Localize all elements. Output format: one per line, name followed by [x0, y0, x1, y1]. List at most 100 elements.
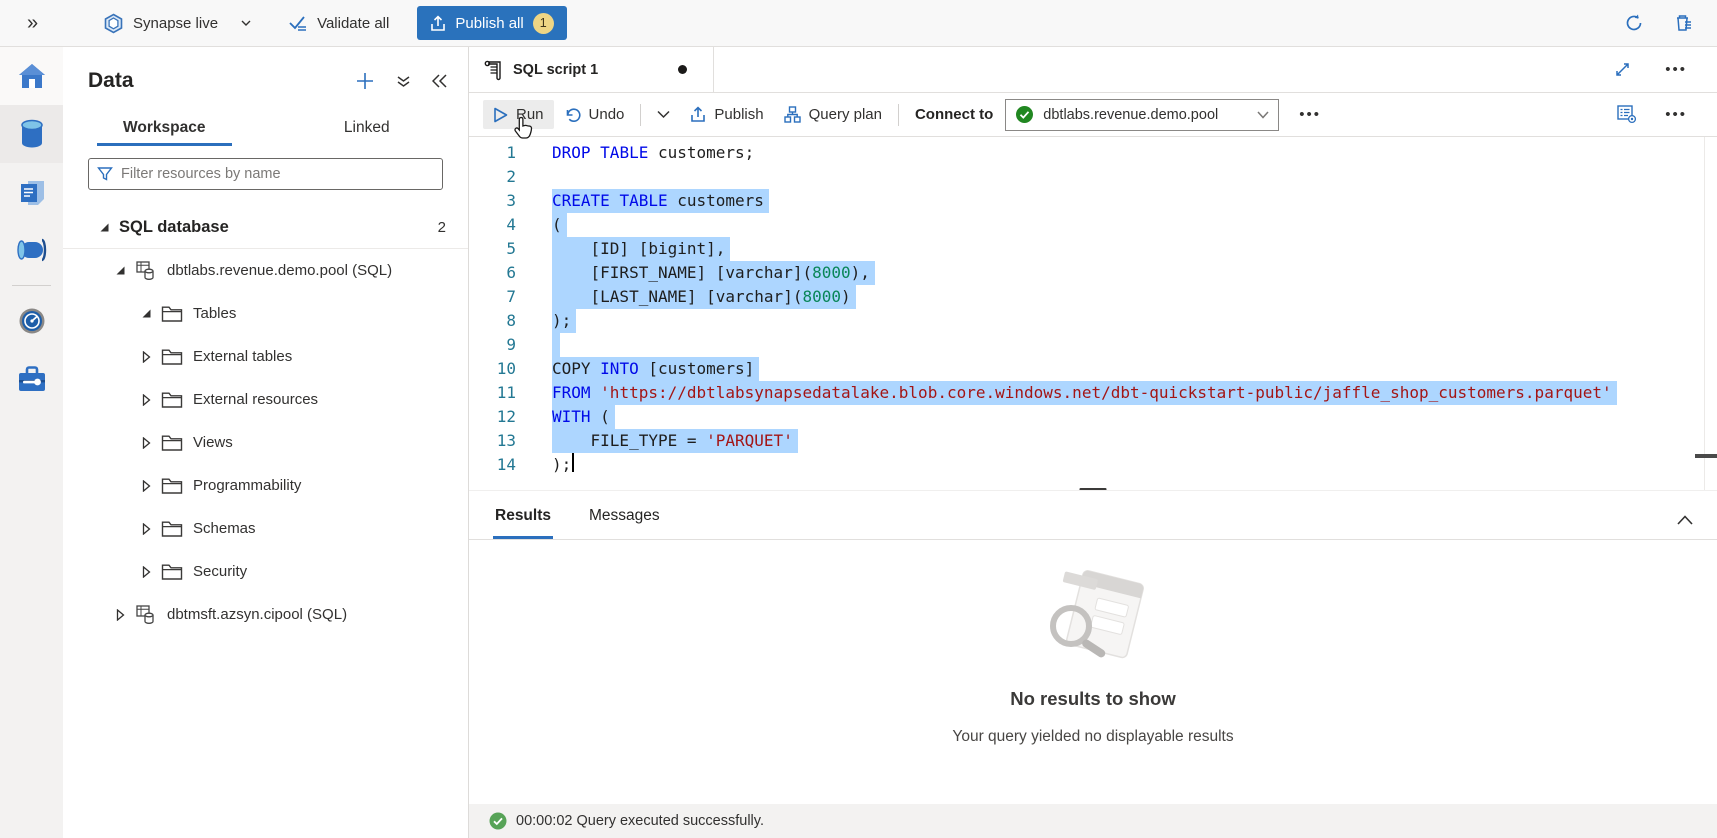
sidebar-item-data[interactable] — [0, 105, 63, 163]
synapse-live-icon — [103, 13, 124, 34]
expand-editor-icon[interactable] — [1612, 59, 1633, 80]
sidebar-item-manage[interactable] — [0, 350, 63, 408]
folder-icon — [161, 563, 183, 581]
run-button[interactable]: Run — [483, 100, 554, 129]
tree-item-external-resources[interactable]: External resources — [63, 378, 468, 421]
expand-all-icon[interactable] — [394, 72, 413, 91]
mode-switcher[interactable]: Synapse live — [103, 13, 251, 34]
code-line-11[interactable]: 11FROM 'https://dbtlabsynapsedatalake.bl… — [469, 381, 1717, 405]
run-options-chevron[interactable] — [647, 104, 680, 125]
tab-sql-script-1[interactable]: SQL script 1 — [469, 47, 714, 92]
line-number: 4 — [469, 213, 516, 237]
connection-dropdown[interactable]: dbtlabs.revenue.demo.pool — [1005, 99, 1279, 131]
publish-all-button[interactable]: Publish all 1 — [417, 6, 566, 40]
code-line-12[interactable]: 12WITH ( — [469, 405, 1717, 429]
collapse-results-chevron[interactable] — [1675, 513, 1695, 527]
data-icon — [18, 119, 46, 149]
text-cursor — [572, 453, 574, 472]
filter-resources-input[interactable] — [121, 166, 434, 182]
collapse-panel-icon[interactable] — [430, 72, 450, 90]
tree-item-sql-database[interactable]: SQL database 2 — [63, 206, 468, 249]
code-line-2[interactable]: 2 — [469, 165, 1717, 189]
connection-more-actions[interactable]: ••• — [1291, 102, 1329, 127]
tree-item-count: 2 — [438, 219, 446, 236]
sidebar-item-develop[interactable] — [0, 163, 63, 221]
collapse-menu-button[interactable]: » — [0, 12, 63, 35]
tab-workspace[interactable]: Workspace — [63, 109, 266, 146]
code-line-9[interactable]: 9 — [469, 333, 1717, 357]
tree-item-external-tables[interactable]: External tables — [63, 335, 468, 378]
tree-item-label: SQL database — [119, 218, 229, 237]
rail-divider — [12, 285, 51, 286]
scrollbar-thumb[interactable] — [1695, 454, 1717, 458]
caret-collapsed-icon[interactable] — [139, 394, 153, 406]
results-tab-bar: Results Messages — [469, 490, 1717, 540]
tree-item-tables[interactable]: Tables — [63, 292, 468, 335]
caret-collapsed-icon[interactable] — [139, 566, 153, 578]
code-line-3[interactable]: 3CREATE TABLE customers — [469, 189, 1717, 213]
code-line-text — [552, 333, 560, 357]
code-line-4[interactable]: 4( — [469, 213, 1717, 237]
left-nav-rail — [0, 47, 63, 838]
caret-collapsed-icon[interactable] — [113, 609, 127, 621]
tree-item-dbtmsft-azsyn-cipool-sql[interactable]: dbtmsft.azsyn.cipool (SQL) — [63, 593, 468, 636]
sql-code-editor[interactable]: 1DROP TABLE customers;23CREATE TABLE cus… — [469, 137, 1717, 490]
tree-item-label: External tables — [193, 348, 292, 365]
trash-button[interactable] — [1672, 11, 1695, 35]
pane-resize-handle[interactable] — [1080, 488, 1107, 490]
code-line-6[interactable]: 6 [FIRST_NAME] [varchar](8000), — [469, 261, 1717, 285]
tree-item-dbtlabs-revenue-demo-pool-sql[interactable]: dbtlabs.revenue.demo.pool (SQL) — [63, 249, 468, 292]
folder-icon — [161, 520, 183, 538]
tree-item-schemas[interactable]: Schemas — [63, 507, 468, 550]
editor-more-actions[interactable]: ••• — [1657, 102, 1695, 127]
code-line-14[interactable]: 14); — [469, 453, 1717, 477]
validate-all-button[interactable]: Validate all — [289, 15, 389, 32]
database-icon — [135, 604, 157, 626]
connection-status-icon — [1015, 105, 1034, 124]
code-line-text: [FIRST_NAME] [varchar](8000), — [552, 261, 875, 285]
tab-more-actions[interactable]: ••• — [1657, 57, 1695, 82]
code-line-10[interactable]: 10COPY INTO [customers] — [469, 357, 1717, 381]
tab-messages[interactable]: Messages — [577, 495, 672, 539]
success-check-icon — [489, 812, 507, 830]
caret-expanded-icon[interactable] — [97, 222, 111, 233]
tree-item-views[interactable]: Views — [63, 421, 468, 464]
sidebar-item-monitor[interactable] — [0, 292, 63, 350]
code-line-13[interactable]: 13 FILE_TYPE = 'PARQUET' — [469, 429, 1717, 453]
sidebar-item-integrate[interactable] — [0, 221, 63, 279]
code-line-8[interactable]: 8); — [469, 309, 1717, 333]
tree-item-programmability[interactable]: Programmability — [63, 464, 468, 507]
tree-item-security[interactable]: Security — [63, 550, 468, 593]
undo-button[interactable]: Undo — [554, 100, 635, 129]
line-number: 8 — [469, 309, 516, 333]
publish-button[interactable]: Publish — [680, 100, 773, 129]
caret-expanded-icon[interactable] — [113, 265, 127, 276]
code-line-7[interactable]: 7 [LAST_NAME] [varchar](8000) — [469, 285, 1717, 309]
folder-icon — [161, 477, 183, 495]
editor-scrollbar[interactable] — [1704, 137, 1717, 490]
tree-item-label: Programmability — [193, 477, 301, 494]
chevron-down-icon — [241, 18, 251, 28]
sidebar-item-home[interactable] — [0, 47, 63, 105]
tab-results[interactable]: Results — [483, 495, 563, 539]
database-tree: SQL database 2 dbtlabs.revenue.demo.pool (… — [63, 198, 468, 838]
caret-expanded-icon[interactable] — [139, 308, 153, 319]
code-line-text: [ID] [bigint], — [552, 237, 730, 261]
code-line-text: DROP TABLE customers; — [552, 141, 754, 165]
filter-funnel-icon — [97, 166, 113, 182]
tree-item-label: dbtlabs.revenue.demo.pool (SQL) — [167, 262, 392, 279]
add-resource-button[interactable] — [353, 69, 377, 93]
sql-script-icon — [483, 59, 503, 81]
tree-item-label: External resources — [193, 391, 318, 408]
refresh-button[interactable] — [1622, 11, 1646, 35]
code-line-5[interactable]: 5 [ID] [bigint], — [469, 237, 1717, 261]
caret-collapsed-icon[interactable] — [139, 351, 153, 363]
query-plan-button[interactable]: Query plan — [774, 100, 892, 129]
properties-icon[interactable] — [1615, 103, 1639, 126]
code-line-text: WITH ( — [552, 405, 615, 429]
code-line-1[interactable]: 1DROP TABLE customers; — [469, 141, 1717, 165]
tab-linked[interactable]: Linked — [266, 109, 469, 146]
caret-collapsed-icon[interactable] — [139, 437, 153, 449]
caret-collapsed-icon[interactable] — [139, 523, 153, 535]
caret-collapsed-icon[interactable] — [139, 480, 153, 492]
